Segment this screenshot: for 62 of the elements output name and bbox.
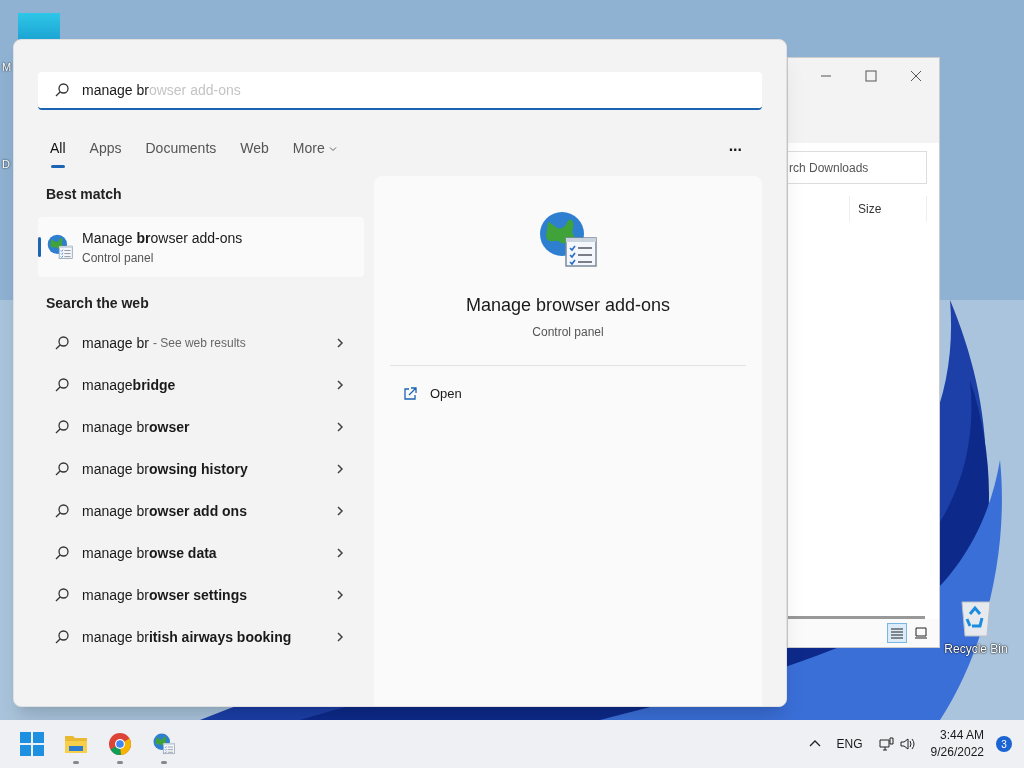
list-lines-icon (891, 627, 903, 639)
chevron-right-icon (336, 589, 344, 601)
filter-tab[interactable]: Apps (89, 134, 122, 168)
windows-logo-icon[interactable] (20, 732, 44, 756)
result-title: Manage browser add-ons (82, 228, 243, 248)
section-heading: Best match (45, 185, 123, 204)
chevron-right-icon (336, 631, 344, 643)
best-match-item[interactable]: Manage browser add-ons Control panel (38, 217, 364, 277)
recycle-bin-icon[interactable] (958, 598, 994, 638)
filter-tab[interactable]: Web (240, 134, 269, 168)
search-field[interactable]: rch Downloads (788, 151, 927, 184)
details-view-button[interactable] (887, 623, 907, 643)
globe-checklist-icon (46, 233, 74, 261)
search-icon (54, 587, 70, 603)
filter-tab[interactable]: Documents (145, 134, 217, 168)
search-icon (54, 461, 70, 477)
language-indicator[interactable]: ENG (836, 735, 863, 753)
search-icon (54, 82, 70, 98)
chevron-right-icon (336, 421, 344, 433)
section-heading: Search the web (45, 294, 150, 313)
chevron-right-icon (336, 379, 344, 391)
suggestion-hint: - See web results (152, 335, 246, 352)
chevron-right-icon (336, 463, 344, 475)
web-suggestion[interactable]: manage br - See web results (38, 322, 364, 364)
result-subtitle: Control panel (82, 249, 155, 267)
chevron-right-icon (336, 505, 344, 517)
search-icon (54, 629, 70, 645)
chevron-right-icon (336, 337, 344, 349)
clock-date[interactable]: 9/26/2022 (930, 744, 984, 761)
network-icon[interactable] (878, 736, 895, 752)
web-suggestion[interactable]: manage browsing history (38, 448, 364, 490)
chevron-right-icon (336, 547, 344, 559)
search-icon (54, 503, 70, 519)
web-suggestion[interactable]: manage browser settings (38, 574, 364, 616)
search-icon (54, 377, 70, 393)
web-suggestion[interactable]: manage browser (38, 406, 364, 448)
globe-checklist-icon (152, 732, 176, 756)
open-action[interactable]: Open (390, 378, 746, 410)
preview-subtitle: Control panel (532, 324, 604, 341)
chrome-icon[interactable] (108, 732, 132, 756)
web-suggestion[interactable]: manage browse data (38, 532, 364, 574)
filter-tab[interactable]: All (50, 134, 66, 168)
speaker-icon[interactable] (898, 736, 915, 752)
web-suggestion[interactable]: managebridge (38, 364, 364, 406)
more-options-button[interactable]: ... (728, 138, 742, 154)
close-icon[interactable] (910, 70, 922, 82)
maximize-icon[interactable] (865, 70, 877, 82)
web-suggestion[interactable]: manage british airways booking (38, 616, 364, 658)
open-external-icon (402, 386, 418, 402)
window-icon (915, 627, 927, 639)
search-icon (54, 335, 70, 351)
preview-title: Manage browser add-ons (465, 294, 671, 317)
column-header[interactable]: Size (849, 196, 927, 222)
search-query: manage br (82, 81, 149, 98)
clock-time[interactable]: 3:44 AM (939, 727, 984, 744)
filter-tab[interactable]: More (292, 134, 337, 168)
search-box[interactable]: manage browser add-ons (38, 72, 762, 110)
web-suggestion[interactable]: manage browser add ons (38, 490, 364, 532)
search-icon (54, 545, 70, 561)
autocomplete-text: owser add-ons (148, 81, 241, 98)
notification-badge[interactable]: 3 (996, 736, 1012, 752)
search-icon (54, 419, 70, 435)
